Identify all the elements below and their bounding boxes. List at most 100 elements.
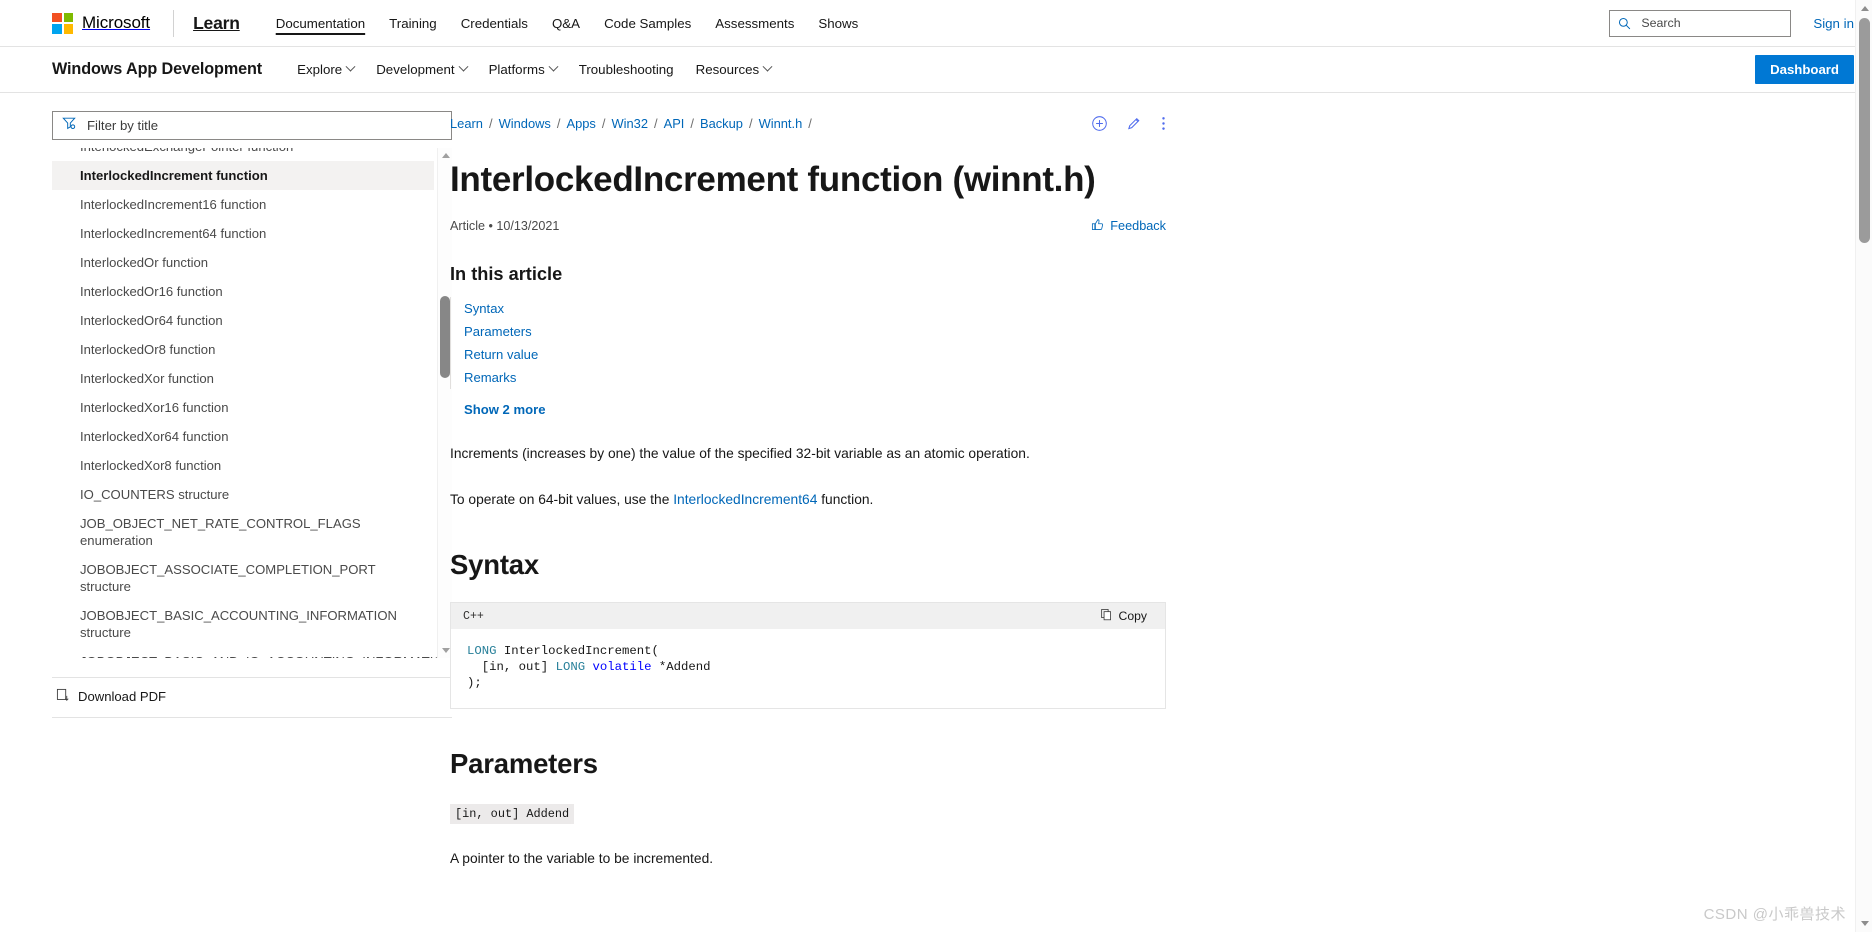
breadcrumb-item-backup[interactable]: Backup xyxy=(700,116,743,131)
sidebar-item-0[interactable]: InterlockedExchangePointer function xyxy=(52,148,434,161)
feedback-label: Feedback xyxy=(1110,219,1166,234)
site-title-link[interactable]: Windows App Development xyxy=(52,60,262,79)
site-nav-item-platforms[interactable]: Platforms xyxy=(478,58,568,81)
parameter-name-chip: [in, out] Addend xyxy=(450,803,575,824)
sidebar-item-8[interactable]: InterlockedXor function xyxy=(52,364,434,393)
site-nav-label-troubleshooting: Troubleshooting xyxy=(578,62,674,77)
breadcrumb-item-windows[interactable]: Windows xyxy=(499,116,551,131)
sidebar-toc-scroll-area: InterlockedExchangePointer function Inte… xyxy=(52,148,452,658)
edit-pencil-icon[interactable] xyxy=(1126,115,1143,132)
secondary-paragraph: To operate on 64-bit values, use the Int… xyxy=(450,489,1166,510)
code-content: LONG InterlockedIncrement( [in, out] LON… xyxy=(451,629,1165,708)
global-nav-item-assessments[interactable]: Assessments xyxy=(703,12,806,35)
sidebar-item-1-selected[interactable]: InterlockedIncrement function xyxy=(52,161,434,190)
sidebar-item-16[interactable]: JOBOBJECT_BASIC_AND_IO_ACCOUNTING_INFORM… xyxy=(52,647,452,658)
sidebar-item-9[interactable]: InterlockedXor16 function xyxy=(52,393,434,422)
article-toc-item-syntax[interactable]: Syntax xyxy=(464,297,1166,320)
secondary-paragraph-suffix: function. xyxy=(817,491,874,507)
microsoft-wordmark: Microsoft xyxy=(82,13,151,32)
page-scrollbar[interactable] xyxy=(1855,0,1872,932)
site-nav-item-development[interactable]: Development xyxy=(365,58,477,81)
parameters-heading: Parameters xyxy=(450,747,598,779)
site-header: Windows App Development Explore Developm… xyxy=(0,47,1872,93)
code-token-param-type: LONG xyxy=(555,660,586,675)
page-title: InterlockedIncrement function (winnt.h) xyxy=(450,160,1096,199)
site-nav-label-platforms: Platforms xyxy=(488,62,545,77)
article-toc-item-parameters[interactable]: Parameters xyxy=(464,320,1166,343)
header-divider xyxy=(173,9,175,37)
global-nav-item-training[interactable]: Training xyxy=(377,12,449,35)
secondary-paragraph-prefix: To operate on 64-bit values, use the xyxy=(450,491,674,507)
watermark: CSDN @小乖兽技术 xyxy=(1703,906,1846,923)
article-meta: Article • 10/13/2021 xyxy=(450,219,560,234)
sidebar-item-13[interactable]: JOB_OBJECT_NET_RATE_CONTROL_FLAGS enumer… xyxy=(52,509,434,555)
interlocked-increment-64-link[interactable]: InterlockedIncrement64 xyxy=(673,492,817,507)
sidebar-item-12[interactable]: IO_COUNTERS structure xyxy=(52,480,434,509)
learn-home-link[interactable]: Learn xyxy=(193,13,240,34)
site-nav-item-explore[interactable]: Explore xyxy=(286,58,365,81)
search-input[interactable] xyxy=(1639,15,1783,31)
in-this-article-toc: Syntax Parameters Return value Remarks xyxy=(450,297,1166,390)
syntax-heading: Syntax xyxy=(450,549,539,581)
sidebar-item-10[interactable]: InterlockedXor64 function xyxy=(52,422,434,451)
global-nav-item-documentation[interactable]: Documentation xyxy=(264,12,377,35)
sidebar-item-5[interactable]: InterlockedOr16 function xyxy=(52,277,434,306)
breadcrumb-item-winnt-h[interactable]: Winnt.h xyxy=(759,116,803,131)
sidebar-toc-list: InterlockedExchangePointer function Inte… xyxy=(52,148,452,658)
article-toc-item-return-value[interactable]: Return value xyxy=(464,343,1166,366)
more-options-icon[interactable] xyxy=(1161,115,1166,132)
page-actions xyxy=(1091,115,1166,132)
global-header: Microsoft Learn Documentation Training C… xyxy=(0,0,1872,47)
breadcrumb-separator: / xyxy=(601,116,606,131)
breadcrumb-item-learn[interactable]: Learn xyxy=(450,116,483,131)
sidebar-item-15[interactable]: JOBOBJECT_BASIC_ACCOUNTING_INFORMATION s… xyxy=(52,601,434,647)
sidebar-item-6[interactable]: InterlockedOr64 function xyxy=(52,306,434,335)
global-nav-item-shows[interactable]: Shows xyxy=(806,12,870,35)
page-scrollbar-thumb[interactable] xyxy=(1859,18,1870,243)
breadcrumb-item-apps[interactable]: Apps xyxy=(566,116,595,131)
global-nav-item-qa[interactable]: Q&A xyxy=(540,12,592,35)
show-more-button[interactable]: Show 2 more xyxy=(464,402,546,417)
code-token-return-type: LONG xyxy=(467,644,497,659)
breadcrumb-separator: / xyxy=(654,116,658,131)
site-nav-item-resources[interactable]: Resources xyxy=(685,58,783,81)
filter-box[interactable] xyxy=(52,111,452,140)
code-block-header: C++ Copy xyxy=(451,603,1165,630)
search-icon xyxy=(1618,17,1631,30)
copy-icon xyxy=(1100,608,1113,624)
feedback-link[interactable]: Feedback xyxy=(1091,218,1166,234)
code-token-volatile: volatile xyxy=(585,660,652,675)
filter-icon xyxy=(62,116,76,135)
sign-in-link[interactable]: Sign in xyxy=(1813,16,1854,31)
breadcrumb: Learn / Windows / Apps / Win32 / API / Backup / Winn… xyxy=(450,116,818,131)
parameter-description: A pointer to the variable to be incremen… xyxy=(450,850,714,866)
global-nav-item-code-samples[interactable]: Code Samples xyxy=(592,12,703,35)
sidebar-item-7[interactable]: InterlockedOr8 function xyxy=(52,335,434,364)
filter-input[interactable] xyxy=(85,117,442,134)
search-box[interactable] xyxy=(1609,9,1792,37)
sidebar-item-14[interactable]: JOBOBJECT_ASSOCIATE_COMPLETION_PORT stru… xyxy=(52,555,434,601)
site-nav-item-troubleshooting[interactable]: Troubleshooting xyxy=(568,58,685,81)
add-to-collection-icon[interactable] xyxy=(1091,115,1108,132)
sidebar-item-4[interactable]: InterlockedOr function xyxy=(52,248,434,277)
breadcrumb-separator: / xyxy=(748,116,753,131)
sidebar-item-2[interactable]: InterlockedIncrement16 function xyxy=(52,190,434,219)
breadcrumb-item-api[interactable]: API xyxy=(664,116,685,131)
sidebar-item-11[interactable]: InterlockedXor8 function xyxy=(52,451,434,480)
breadcrumb-separator: / xyxy=(690,116,694,131)
page-scroll-down-arrow-icon[interactable] xyxy=(1856,915,1872,932)
page-scroll-up-arrow-icon[interactable] xyxy=(1856,0,1872,17)
breadcrumb-item-win32[interactable]: Win32 xyxy=(611,116,648,131)
download-pdf-label: Download PDF xyxy=(78,689,167,704)
content-inner: Learn / Windows / Apps / Win32 / API / Backup / Winn… xyxy=(450,115,1166,869)
download-pdf-link[interactable]: Download PDF xyxy=(56,688,166,705)
dashboard-button[interactable]: Dashboard xyxy=(1755,55,1854,84)
copy-label: Copy xyxy=(1118,609,1147,624)
article-toc-item-remarks[interactable]: Remarks xyxy=(464,366,1166,389)
code-token-annotation: [in, out] xyxy=(467,660,556,675)
sidebar-scrollbar-thumb[interactable] xyxy=(440,296,450,378)
copy-code-button[interactable]: Copy xyxy=(1094,607,1153,625)
sidebar-item-3[interactable]: InterlockedIncrement64 function xyxy=(52,219,434,248)
microsoft-logo-link[interactable]: Microsoft xyxy=(52,12,151,34)
global-nav-item-credentials[interactable]: Credentials xyxy=(449,12,540,35)
